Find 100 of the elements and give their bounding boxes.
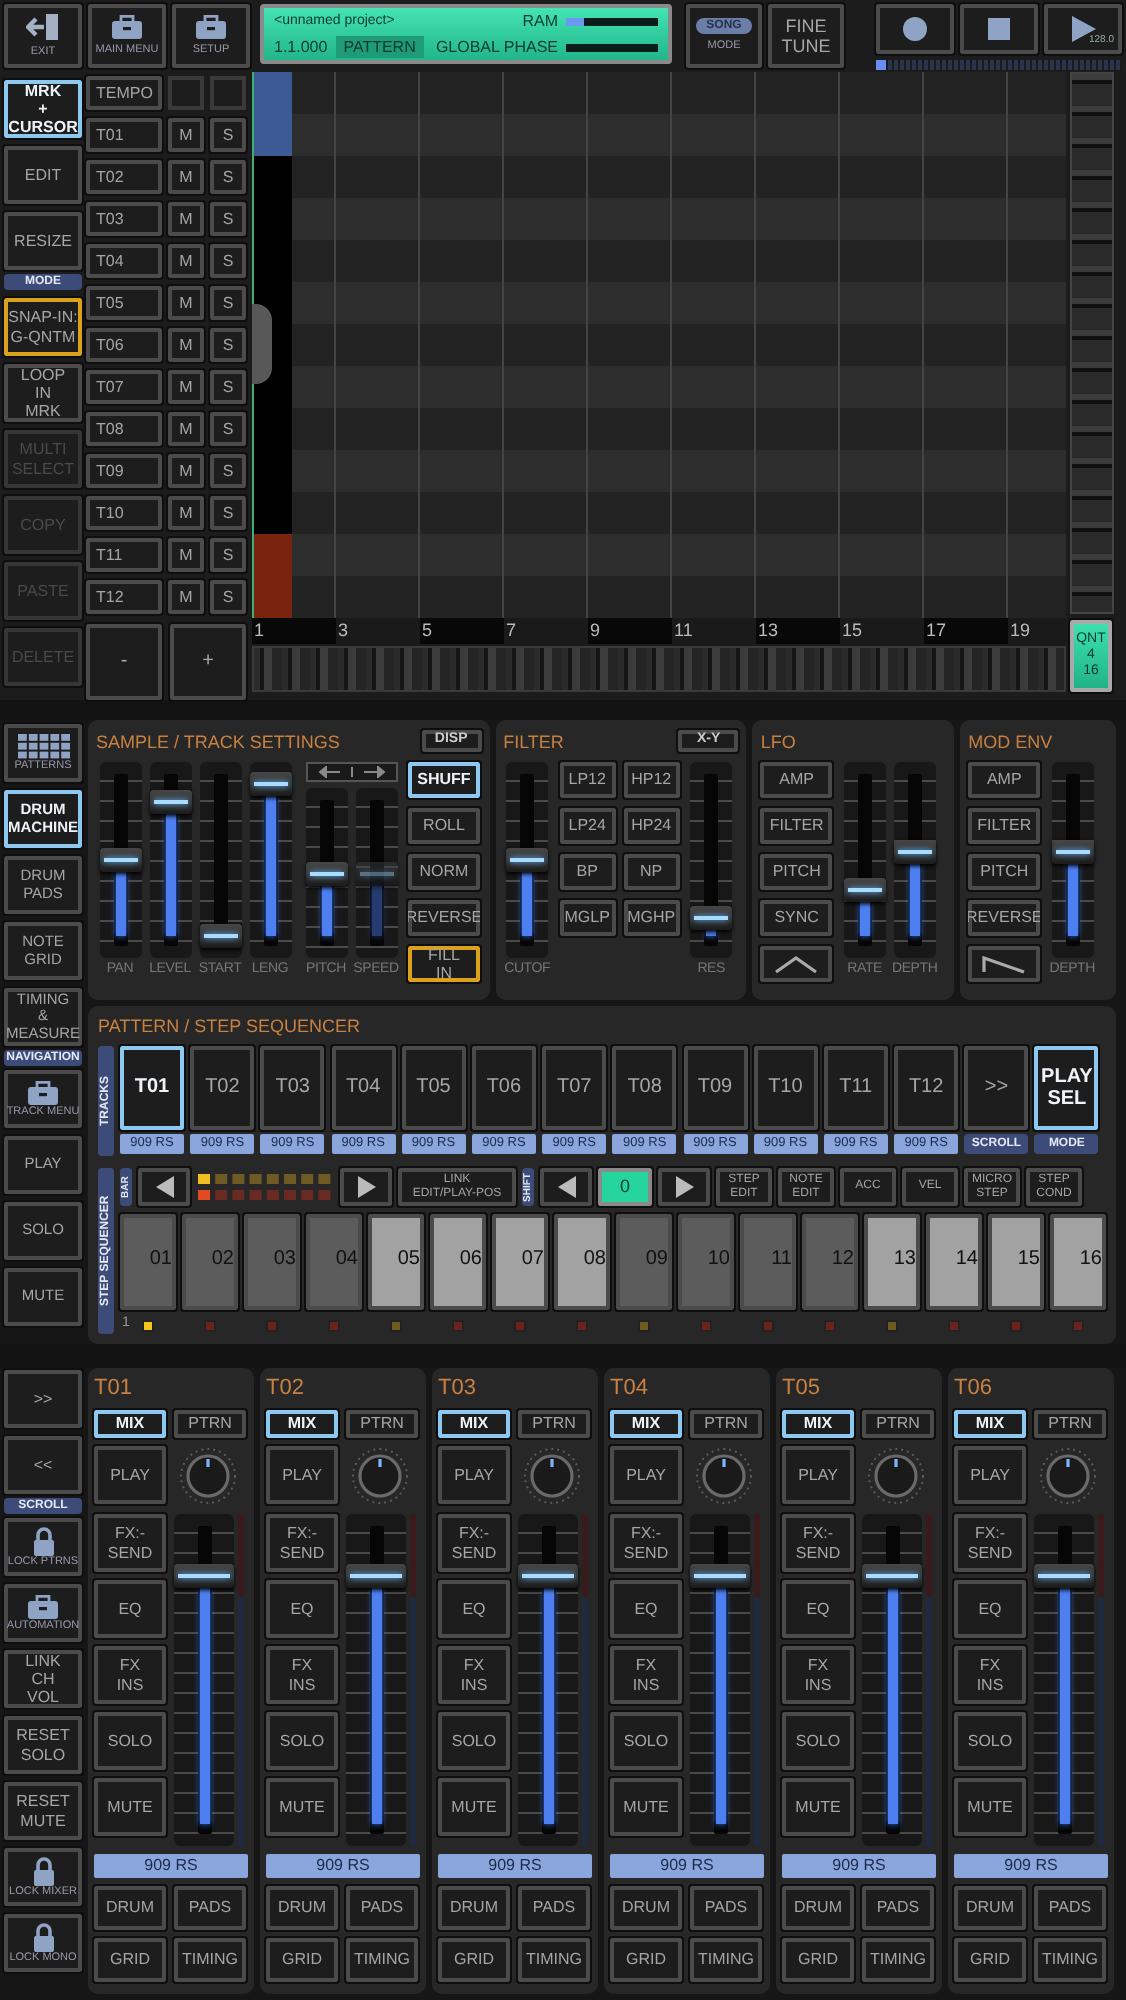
step-button[interactable]: 13 [864, 1214, 920, 1310]
channel-fader[interactable] [862, 1514, 922, 1846]
slider-thumb[interactable] [346, 1564, 406, 1589]
track-name-button[interactable]: T08 [86, 412, 162, 446]
track-s-toggle[interactable]: S [210, 580, 246, 614]
tool-button[interactable]: LOOP IN MRK [4, 364, 82, 422]
track-m-toggle[interactable]: M [168, 538, 204, 572]
slider-thumb[interactable] [843, 878, 886, 903]
zoom-button[interactable]: - [86, 624, 162, 700]
waveform-button[interactable] [760, 946, 833, 982]
channel-play-button[interactable]: PLAY [954, 1446, 1026, 1504]
scroll-forward-button[interactable]: >> [4, 1370, 82, 1428]
pan-knob[interactable] [866, 1446, 926, 1506]
channel-mute-button[interactable]: MUTE [954, 1778, 1026, 1836]
track-name-button[interactable]: T11 [86, 538, 162, 572]
shift-value[interactable]: 0 [598, 1168, 652, 1206]
channel-mute-button[interactable]: MUTE [94, 1778, 166, 1836]
track-name-button[interactable]: T10 [86, 496, 162, 530]
track-s-toggle[interactable]: S [210, 328, 246, 362]
page-button[interactable]: TIMING [690, 1938, 762, 1982]
channel-solo-button[interactable]: SOLO [782, 1712, 854, 1770]
page-button[interactable]: DRUM [438, 1886, 510, 1930]
track-pad[interactable]: T04 [331, 1046, 396, 1130]
channel-fader[interactable] [1034, 1514, 1094, 1846]
page-button[interactable]: PADS [518, 1886, 590, 1930]
channel-tab[interactable]: MIX [266, 1410, 338, 1438]
track-name-button[interactable]: T02 [86, 160, 162, 194]
stop-button[interactable] [960, 4, 1038, 54]
step-button[interactable]: 16 [1050, 1214, 1106, 1310]
link-volume-button[interactable]: LINK CH VOL [4, 1650, 82, 1708]
track-name-button[interactable]: T07 [86, 370, 162, 404]
filter-type-button[interactable]: NP [623, 854, 680, 890]
channel-mute-button[interactable]: MUTE [266, 1778, 338, 1836]
track-s-toggle[interactable]: S [210, 118, 246, 152]
track-name-button[interactable]: T12 [86, 580, 162, 614]
page-button[interactable]: TIMING [174, 1938, 246, 1982]
channel-play-button[interactable]: PLAY [782, 1446, 854, 1504]
track-pad[interactable]: T08 [612, 1046, 677, 1130]
mode-button[interactable]: MRK + CURSOR [4, 80, 82, 138]
track-s-toggle[interactable]: S [210, 160, 246, 194]
page-button[interactable]: TIMING [862, 1938, 934, 1982]
channel-fader[interactable] [690, 1514, 750, 1846]
page-button[interactable]: GRID [610, 1938, 682, 1982]
lfo-target-button[interactable]: PITCH [760, 854, 833, 890]
page-button[interactable]: PADS [862, 1886, 934, 1930]
channel-fader[interactable] [174, 1514, 234, 1846]
channel-tab[interactable]: MIX [782, 1410, 854, 1438]
page-button[interactable]: GRID [782, 1938, 854, 1982]
scroll-button[interactable]: >> [964, 1046, 1029, 1130]
fx-insert-button[interactable]: FX INS [782, 1646, 854, 1704]
pattern-block[interactable] [252, 156, 292, 198]
pattern-block[interactable] [252, 492, 292, 534]
scroll-back-button[interactable]: << [4, 1436, 82, 1494]
track-m-toggle[interactable]: M [168, 328, 204, 362]
slider-thumb[interactable] [1034, 1564, 1094, 1589]
track-s-toggle[interactable]: S [210, 286, 246, 320]
track-m-toggle[interactable]: M [168, 244, 204, 278]
track-name-button[interactable]: T03 [86, 202, 162, 236]
track-pad[interactable]: T10 [753, 1046, 818, 1130]
page-button[interactable]: TIMING [346, 1938, 418, 1982]
channel-tab[interactable]: PTRN [690, 1410, 762, 1438]
page-button[interactable]: PADS [1034, 1886, 1106, 1930]
slider-thumb[interactable] [862, 1564, 922, 1589]
fx-insert-button[interactable]: FX INS [438, 1646, 510, 1704]
track-s-toggle[interactable]: S [210, 412, 246, 446]
filter-type-button[interactable]: LP24 [559, 808, 616, 844]
page-button[interactable]: TIMING [518, 1938, 590, 1982]
track-name-button[interactable]: T04 [86, 244, 162, 278]
slider-thumb[interactable] [249, 772, 291, 796]
fx-insert-button[interactable]: FX INS [94, 1646, 166, 1704]
slider-thumb[interactable] [99, 848, 141, 872]
filter-type-button[interactable]: HP24 [623, 808, 680, 844]
channel-mute-button[interactable]: MUTE [782, 1778, 854, 1836]
sample-option-button[interactable]: NORM [408, 854, 480, 890]
channel-tab[interactable]: PTRN [1034, 1410, 1106, 1438]
channel-tab[interactable]: PTRN [862, 1410, 934, 1438]
eq-button[interactable]: EQ [954, 1580, 1026, 1638]
filter-type-button[interactable]: MGLP [559, 900, 616, 936]
page-button[interactable]: DRUM [266, 1886, 338, 1930]
pattern-block[interactable] [252, 534, 292, 576]
pattern-block[interactable] [252, 576, 292, 618]
slider[interactable] [690, 762, 733, 958]
channel-tab[interactable]: PTRN [174, 1410, 246, 1438]
page-button[interactable]: GRID [266, 1938, 338, 1982]
track-pad[interactable]: T06 [471, 1046, 536, 1130]
channel-play-button[interactable]: PLAY [610, 1446, 682, 1504]
filter-type-button[interactable]: HP12 [623, 762, 680, 798]
slider[interactable] [199, 762, 241, 958]
previous-bar-button[interactable] [138, 1168, 190, 1206]
pan-knob[interactable] [178, 1446, 238, 1506]
page-button[interactable]: DRUM [94, 1886, 166, 1930]
lfo-target-button[interactable]: FILTER [760, 808, 833, 844]
fx-insert-button[interactable]: FX INS [954, 1646, 1026, 1704]
step-button[interactable]: 08 [554, 1214, 610, 1310]
tool-button[interactable]: SNAP-IN: G-QNTM [4, 298, 82, 356]
track-pad[interactable]: T09 [683, 1046, 747, 1130]
slider-thumb[interactable] [690, 1564, 750, 1589]
fx-send-button[interactable]: FX:- SEND [94, 1514, 166, 1572]
track-m-toggle[interactable]: M [168, 202, 204, 236]
reset-mute-button[interactable]: RESET MUTE [4, 1782, 82, 1840]
